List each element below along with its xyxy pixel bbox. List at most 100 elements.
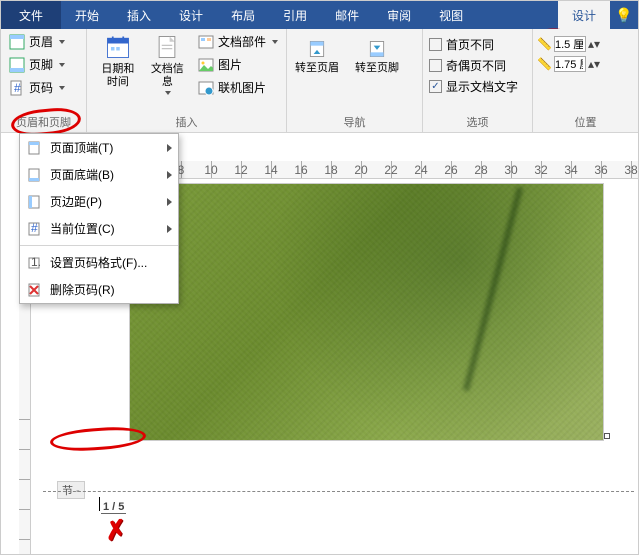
svg-text:#: # (31, 222, 38, 235)
calendar-icon (104, 33, 132, 61)
text-cursor (99, 497, 100, 511)
footer-from-bottom-spinner[interactable]: 📏 ▴▾ (537, 55, 634, 73)
spinner-buttons[interactable]: ▴▾ (588, 57, 600, 71)
menu-label: 页面顶端(T) (50, 139, 153, 156)
quickparts-button[interactable]: 文档部件 (194, 31, 282, 52)
section-indicator: 节 - (57, 481, 85, 499)
goto-header-button[interactable]: 转至页眉 (291, 37, 343, 77)
menu-current-position[interactable]: # 当前位置(C) (20, 215, 178, 242)
menu-label: 页面底端(B) (50, 166, 153, 183)
group-label: 插入 (91, 112, 282, 132)
page-number-menu: 页面顶端(T) 页面底端(B) 页边距(P) # 当前位置(C) 1. 设置页码… (19, 133, 179, 304)
menu-page-margins[interactable]: 页边距(P) (20, 188, 178, 215)
datetime-button[interactable]: 日期和时间 (91, 31, 145, 98)
tab-mailings[interactable]: 邮件 (321, 1, 373, 29)
menu-top-of-page[interactable]: 页面顶端(T) (20, 134, 178, 161)
group-insert: 日期和时间 文档信息 文档部件 图片 联机图片 (87, 29, 287, 132)
selected-image[interactable] (129, 183, 604, 441)
group-label: 位置 (537, 112, 634, 132)
header-button[interactable]: 页眉 (5, 31, 82, 52)
chevron-down-icon (59, 40, 65, 44)
group-label: 导航 (291, 112, 418, 132)
header-from-top-input[interactable] (554, 36, 586, 52)
page-margin-icon (26, 194, 42, 210)
page-number-label: 页码 (29, 79, 53, 96)
footer-label: 页脚 (29, 56, 53, 73)
format-icon: 1. (26, 255, 42, 271)
menu-label: 页边距(P) (50, 193, 153, 210)
spinner-buttons[interactable]: ▴▾ (588, 37, 600, 51)
footer-from-bottom-input[interactable] (554, 56, 586, 72)
online-picture-button[interactable]: 联机图片 (194, 77, 282, 98)
svg-text:1.: 1. (31, 256, 41, 269)
online-picture-icon (198, 80, 214, 96)
checkbox-icon (429, 59, 442, 72)
ribbon: 页眉 页脚 # 页码 页眉和页脚 日期和时间 文档信息 (1, 29, 638, 133)
tab-insert[interactable]: 插入 (113, 1, 165, 29)
submenu-arrow-icon (167, 225, 172, 233)
chevron-down-icon (272, 40, 278, 44)
picture-icon (198, 57, 214, 73)
footer-boundary-line (43, 491, 634, 492)
chevron-down-icon (165, 91, 171, 95)
footer-button[interactable]: 页脚 (5, 54, 82, 75)
header-label: 页眉 (29, 33, 53, 50)
menu-label: 删除页码(R) (50, 281, 172, 298)
checkbox-label: 显示文档文字 (446, 78, 518, 95)
checkbox-checked-icon: ✓ (429, 80, 442, 93)
tab-design[interactable]: 设计 (165, 1, 217, 29)
quickparts-icon (198, 34, 214, 50)
docinfo-button[interactable]: 文档信息 (145, 31, 190, 98)
menu-separator (20, 245, 178, 246)
tab-file[interactable]: 文件 (1, 1, 61, 29)
docinfo-label: 文档信息 (151, 63, 184, 89)
menu-bottom-of-page[interactable]: 页面底端(B) (20, 161, 178, 188)
menu-label: 当前位置(C) (50, 220, 153, 237)
tab-references[interactable]: 引用 (269, 1, 321, 29)
menu-format-page-numbers[interactable]: 1. 设置页码格式(F)... (20, 249, 178, 276)
goto-header-label: 转至页眉 (295, 59, 339, 75)
document-info-icon (153, 33, 181, 61)
page-number-field[interactable]: 1 / 5 (101, 501, 126, 514)
page-number-button[interactable]: # 页码 (5, 77, 82, 98)
goto-footer-icon (367, 39, 387, 59)
ruler-icon: 📏 (537, 57, 552, 71)
submenu-arrow-icon (167, 198, 172, 206)
group-navigation: 转至页眉 转至页脚 导航 (287, 29, 423, 132)
group-label: 选项 (427, 112, 528, 132)
tab-layout[interactable]: 布局 (217, 1, 269, 29)
menu-remove-page-numbers[interactable]: 删除页码(R) (20, 276, 178, 303)
tab-review[interactable]: 审阅 (373, 1, 425, 29)
menu-label: 设置页码格式(F)... (50, 254, 172, 271)
remove-icon (26, 282, 42, 298)
header-icon (9, 34, 25, 50)
different-first-page-checkbox[interactable]: 首页不同 (427, 35, 528, 54)
chevron-down-icon (59, 86, 65, 90)
header-from-top-spinner[interactable]: 📏▴▾ (537, 35, 634, 53)
group-header-footer: 页眉 页脚 # 页码 页眉和页脚 (1, 29, 87, 132)
datetime-label: 日期和时间 (97, 63, 139, 89)
different-odd-even-checkbox[interactable]: 奇偶页不同 (427, 56, 528, 75)
current-position-icon: # (26, 221, 42, 237)
group-options: 首页不同 奇偶页不同 ✓ 显示文档文字 选项 (423, 29, 533, 132)
tab-home[interactable]: 开始 (61, 1, 113, 29)
tab-bar: 文件 开始 插入 设计 布局 引用 邮件 审阅 视图 设计 💡 (1, 1, 638, 29)
goto-footer-button[interactable]: 转至页脚 (351, 37, 403, 77)
page-number-icon: # (9, 80, 25, 96)
svg-text:#: # (14, 81, 21, 95)
tab-view[interactable]: 视图 (425, 1, 477, 29)
goto-header-icon (307, 39, 327, 59)
group-position: 📏▴▾ 📏▴▾ 位置 (533, 29, 638, 132)
resize-handle[interactable] (604, 433, 610, 439)
quickparts-label: 文档部件 (218, 33, 266, 50)
submenu-arrow-icon (167, 144, 172, 152)
footer-icon (9, 57, 25, 73)
checkbox-label: 首页不同 (446, 36, 494, 53)
picture-label: 图片 (218, 56, 242, 73)
tab-design-tools[interactable]: 设计 (558, 1, 610, 29)
show-document-text-checkbox[interactable]: ✓ 显示文档文字 (427, 77, 528, 96)
chevron-down-icon (59, 63, 65, 67)
image-content (463, 187, 523, 391)
picture-button[interactable]: 图片 (194, 54, 282, 75)
tell-me-bulb-icon[interactable]: 💡 (610, 1, 638, 29)
